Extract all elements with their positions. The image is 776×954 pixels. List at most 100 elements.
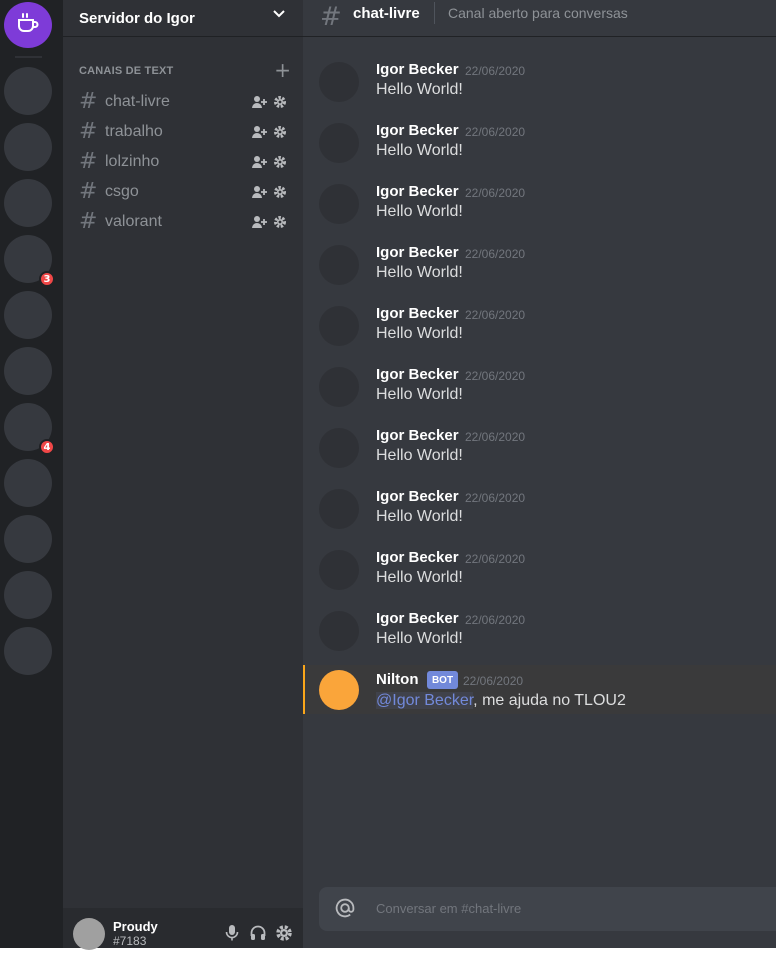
invite-member-icon[interactable] (251, 94, 267, 114)
message-author[interactable]: Igor Becker (376, 549, 459, 566)
avatar[interactable] (319, 123, 359, 163)
message-author[interactable]: Igor Becker (376, 122, 459, 139)
server-name: Servidor do Igor (79, 9, 195, 27)
category-label: CANAIS DE TEXT (79, 65, 174, 77)
channel-category[interactable]: CANAIS DE TEXT + (79, 60, 295, 80)
server-icon[interactable] (4, 123, 52, 171)
bot-badge: BOT (427, 671, 458, 689)
gear-icon[interactable] (273, 184, 287, 204)
username: Proudy (113, 919, 158, 934)
chevron-down-icon[interactable] (271, 6, 287, 26)
user-tag: #7183 (113, 934, 147, 948)
invite-member-icon[interactable] (251, 214, 267, 234)
bot-avatar[interactable] (319, 670, 359, 710)
server-divider (15, 56, 42, 58)
hash-icon: # (79, 149, 98, 174)
gear-icon[interactable] (273, 214, 287, 234)
message-author[interactable]: Igor Becker (376, 610, 459, 627)
gear-icon[interactable] (273, 94, 287, 114)
hash-icon: # (79, 179, 98, 204)
avatar[interactable] (319, 550, 359, 590)
message-author[interactable]: Igor Becker (376, 244, 459, 261)
message[interactable]: Igor Becker 22/06/2020 Hello World! (303, 609, 776, 670)
channel-label: valorant (105, 213, 162, 230)
message[interactable]: Igor Becker 22/06/2020 Hello World! (303, 548, 776, 609)
message[interactable]: Igor Becker 22/06/2020 Hello World! (303, 182, 776, 243)
server-icon[interactable] (4, 515, 52, 563)
headphones-icon[interactable] (249, 924, 267, 946)
message[interactable]: Igor Becker 22/06/2020 Hello World! (303, 487, 776, 548)
channel-label: chat-livre (105, 93, 170, 110)
invite-member-icon[interactable] (251, 184, 267, 204)
add-channel-icon[interactable]: + (274, 60, 291, 80)
message[interactable]: Igor Becker 22/06/2020 Hello World! (303, 304, 776, 365)
message-author[interactable]: Igor Becker (376, 366, 459, 383)
avatar[interactable] (319, 367, 359, 407)
channel-title: chat-livre (353, 5, 420, 22)
server-icon[interactable] (4, 627, 52, 675)
message-text: Hello World! (376, 386, 463, 403)
server-icon[interactable] (4, 459, 52, 507)
message[interactable]: Igor Becker 22/06/2020 Hello World! (303, 60, 776, 121)
avatar[interactable] (319, 611, 359, 651)
server-list: 3 4 (0, 0, 63, 948)
message-author[interactable]: Igor Becker (376, 183, 459, 200)
channel-trabalho[interactable]: # trabalho (79, 119, 295, 145)
user-panel: Proudy #7183 (63, 908, 303, 950)
message-text: Hello World! (376, 325, 463, 342)
user-mention[interactable]: @Igor Becker (376, 692, 474, 709)
gear-icon[interactable] (273, 124, 287, 144)
invite-member-icon[interactable] (251, 124, 267, 144)
channel-lolzinho[interactable]: # lolzinho (79, 149, 295, 175)
at-sign-icon[interactable] (334, 897, 356, 923)
channel-valorant[interactable]: # valorant (79, 209, 295, 235)
mention-message[interactable]: Nilton BOT 22/06/2020 @Igor Becker, me a… (303, 665, 776, 714)
hash-icon: # (79, 119, 98, 144)
channel-csgo[interactable]: # csgo (79, 179, 295, 205)
microphone-icon[interactable] (223, 924, 241, 946)
message-text-body: , me ajuda no TLOU2 (473, 692, 626, 709)
message-author[interactable]: Igor Becker (376, 488, 459, 505)
avatar[interactable] (73, 918, 105, 950)
avatar[interactable] (319, 306, 359, 346)
avatar[interactable] (319, 428, 359, 468)
server-icon[interactable] (4, 571, 52, 619)
coffee-cup-icon (15, 12, 41, 38)
message-timestamp: 22/06/2020 (465, 369, 526, 383)
server-icon[interactable] (4, 347, 52, 395)
message-author[interactable]: Igor Becker (376, 61, 459, 78)
message-author[interactable]: Nilton (376, 671, 419, 688)
avatar[interactable] (319, 62, 359, 102)
avatar[interactable] (319, 245, 359, 285)
message-text: Hello World! (376, 569, 463, 586)
mention-badge: 4 (39, 439, 55, 455)
channel-header: # chat-livre Canal aberto para conversas (303, 0, 776, 37)
message-text: Hello World! (376, 264, 463, 281)
invite-member-icon[interactable] (251, 154, 267, 174)
message-timestamp: 22/06/2020 (465, 308, 526, 322)
message-author[interactable]: Igor Becker (376, 305, 459, 322)
server-icon[interactable] (4, 67, 52, 115)
message-timestamp: 22/06/2020 (465, 64, 526, 78)
avatar[interactable] (319, 184, 359, 224)
home-server-button[interactable] (4, 2, 52, 48)
server-icon[interactable] (4, 179, 52, 227)
message-timestamp: 22/06/2020 (465, 430, 526, 444)
message-input[interactable] (376, 901, 756, 916)
channel-chat-livre[interactable]: # chat-livre (79, 89, 295, 115)
message-text: Hello World! (376, 142, 463, 159)
user-settings-gear-icon[interactable] (275, 924, 293, 946)
message[interactable]: Igor Becker 22/06/2020 Hello World! (303, 121, 776, 182)
mention-badge: 3 (39, 271, 55, 287)
server-header[interactable]: Servidor do Igor (63, 0, 303, 37)
message[interactable]: Igor Becker 22/06/2020 Hello World! (303, 426, 776, 487)
server-icon[interactable] (4, 291, 52, 339)
message[interactable]: Igor Becker 22/06/2020 Hello World! (303, 243, 776, 304)
header-divider (434, 2, 435, 24)
message[interactable]: Igor Becker 22/06/2020 Hello World! (303, 365, 776, 426)
avatar[interactable] (319, 489, 359, 529)
hash-icon: # (79, 209, 98, 234)
message-author[interactable]: Igor Becker (376, 427, 459, 444)
gear-icon[interactable] (273, 154, 287, 174)
message-timestamp: 22/06/2020 (465, 613, 526, 627)
